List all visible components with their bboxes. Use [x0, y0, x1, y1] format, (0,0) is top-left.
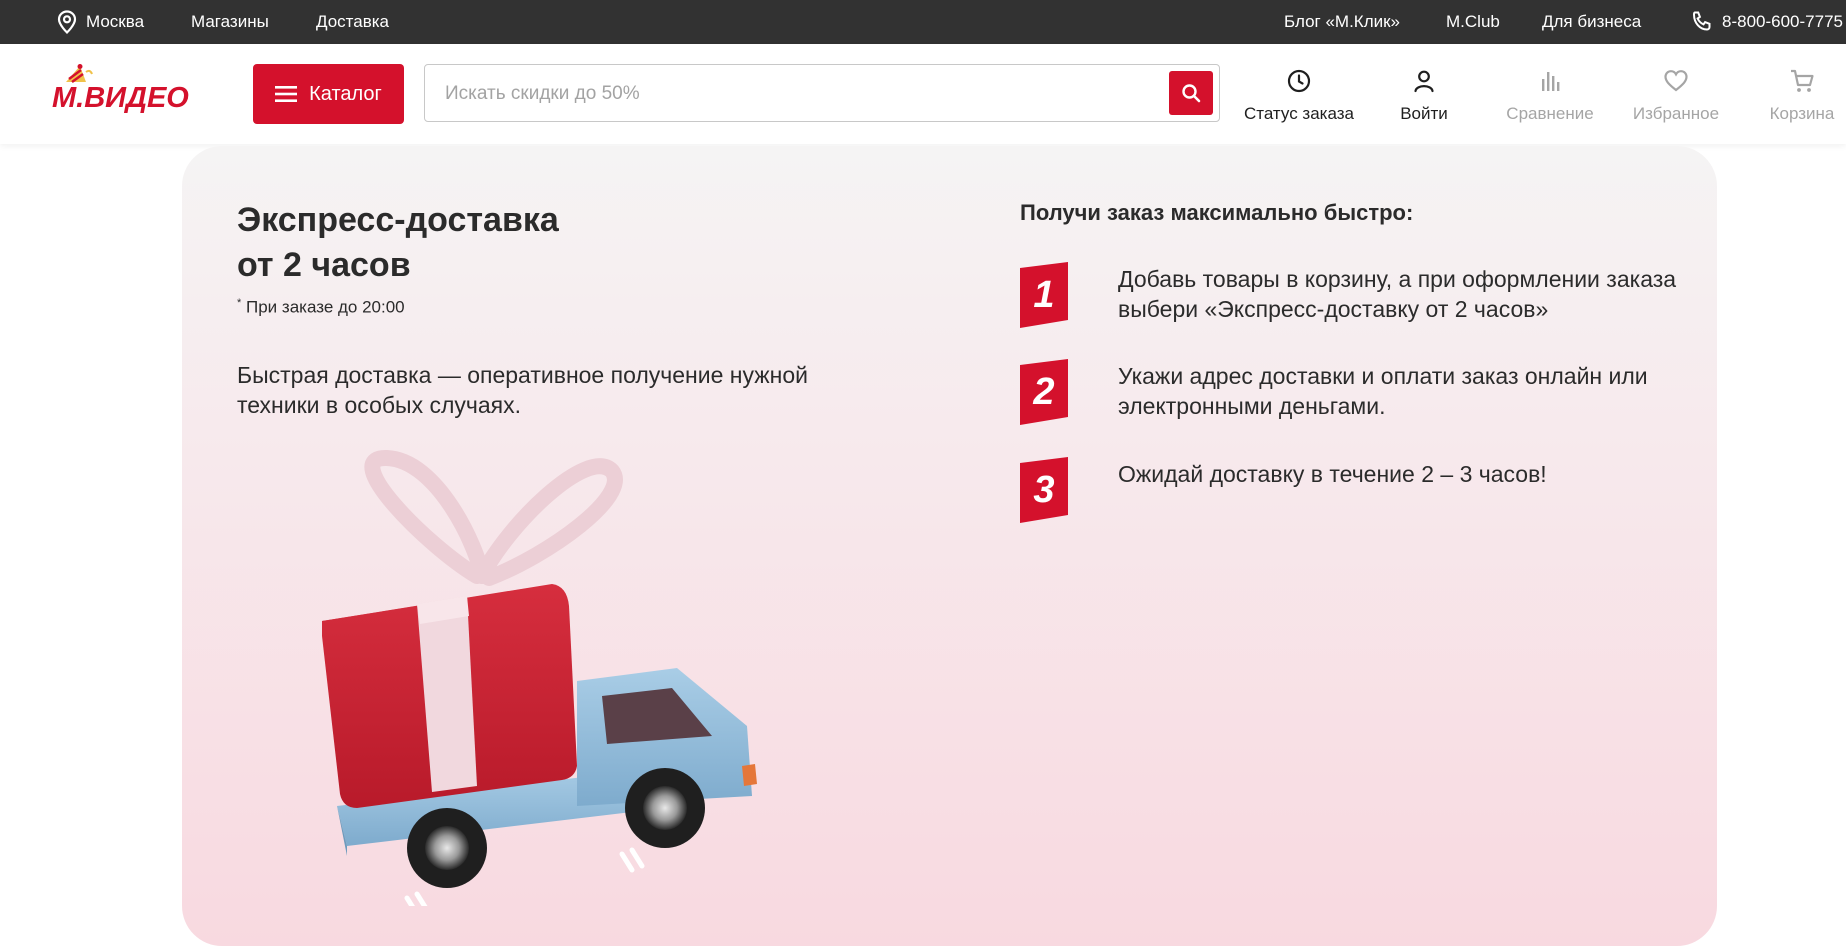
search-icon	[1182, 84, 1201, 103]
user-icon	[1414, 70, 1434, 93]
location-pin-icon	[57, 10, 77, 34]
promo-footnote: * При заказе до 20:00	[237, 297, 405, 318]
compare-button[interactable]: Сравнение	[1500, 68, 1600, 124]
favorites-button[interactable]: Избранное	[1628, 68, 1724, 124]
step-number: 1	[1033, 273, 1055, 316]
express-delivery-card: Экспресс-доставка от 2 часов * При заказ…	[182, 146, 1717, 946]
phone-icon	[1692, 11, 1711, 31]
promo-title-line-1: Экспресс-доставка	[237, 201, 559, 239]
blog-link[interactable]: Блог «М.Клик»	[1284, 0, 1400, 44]
promo-title: Экспресс-доставка от 2 часов	[237, 198, 737, 288]
delivery-label: Доставка	[316, 12, 390, 31]
favorites-label: Избранное	[1632, 104, 1720, 123]
phone-link[interactable]: 8-800-600-7775	[1690, 0, 1843, 44]
menu-icon	[275, 86, 298, 102]
mclub-label: M.Club	[1446, 12, 1500, 31]
delivery-link[interactable]: Доставка	[316, 0, 389, 44]
login-button[interactable]: Войти	[1384, 68, 1464, 124]
blog-label: Блог «М.Клик»	[1284, 12, 1401, 31]
mclub-link[interactable]: M.Club	[1446, 0, 1500, 44]
search-button[interactable]	[1169, 71, 1213, 115]
heart-icon	[1664, 70, 1688, 92]
mvideo-logo[interactable]: М.ВИДЕО	[50, 64, 200, 114]
catalog-label: Каталог	[309, 82, 382, 105]
cart-icon	[1791, 69, 1814, 92]
main-header: М.ВИДЕО Каталог Статус заказа	[0, 44, 1846, 144]
top-utility-bar: Москва Магазины Доставка Блог «М.Клик» M…	[0, 0, 1846, 44]
search-input[interactable]	[443, 65, 1127, 123]
step-text: Добавь товары в корзину, а при оформлени…	[1118, 266, 1677, 322]
compare-label: Сравнение	[1506, 104, 1594, 123]
clock-icon	[1287, 69, 1311, 93]
login-label: Войти	[1400, 104, 1448, 123]
step-1: 1 Добавь товары в корзину, а при оформле…	[1020, 262, 1700, 332]
step-2: 2 Укажи адрес доставки и оплати заказ он…	[1020, 359, 1700, 429]
stores-link[interactable]: Магазины	[191, 0, 269, 44]
city-selector[interactable]: Москва	[56, 0, 144, 44]
cart-label: Корзина	[1769, 104, 1835, 123]
search-bar	[424, 64, 1220, 123]
step-number: 3	[1033, 468, 1055, 511]
business-link[interactable]: Для бизнеса	[1542, 0, 1641, 44]
steps-title: Получи заказ максимально быстро:	[1020, 200, 1414, 225]
compare-bars-icon	[1542, 72, 1560, 91]
stores-label: Магазины	[191, 12, 269, 31]
footnote-text: При заказе до 20:00	[241, 297, 405, 317]
promo-title-line-2: от 2 часов	[237, 246, 411, 284]
catalog-button[interactable]: Каталог	[253, 64, 404, 124]
step-number: 2	[1033, 370, 1055, 413]
order-status-label: Статус заказа	[1243, 104, 1355, 123]
business-label: Для бизнеса	[1542, 12, 1642, 31]
city-label: Москва	[86, 12, 145, 31]
step-text: Ожидай доставку в течение 2 – 3 часов!	[1118, 461, 1547, 487]
order-status-button[interactable]: Статус заказа	[1240, 68, 1358, 124]
svg-text:М.ВИДЕО: М.ВИДЕО	[52, 82, 189, 114]
promo-description: Быстрая доставка — оперативное получение…	[237, 362, 808, 418]
step-3: 3 Ожидай доставку в течение 2 – 3 часов!	[1020, 457, 1700, 527]
cart-button[interactable]: Корзина	[1764, 68, 1840, 124]
gift-truck-illustration	[277, 436, 797, 917]
phone-number: 8-800-600-7775	[1722, 12, 1843, 31]
step-text: Укажи адрес доставки и оплати заказ онла…	[1118, 363, 1648, 419]
